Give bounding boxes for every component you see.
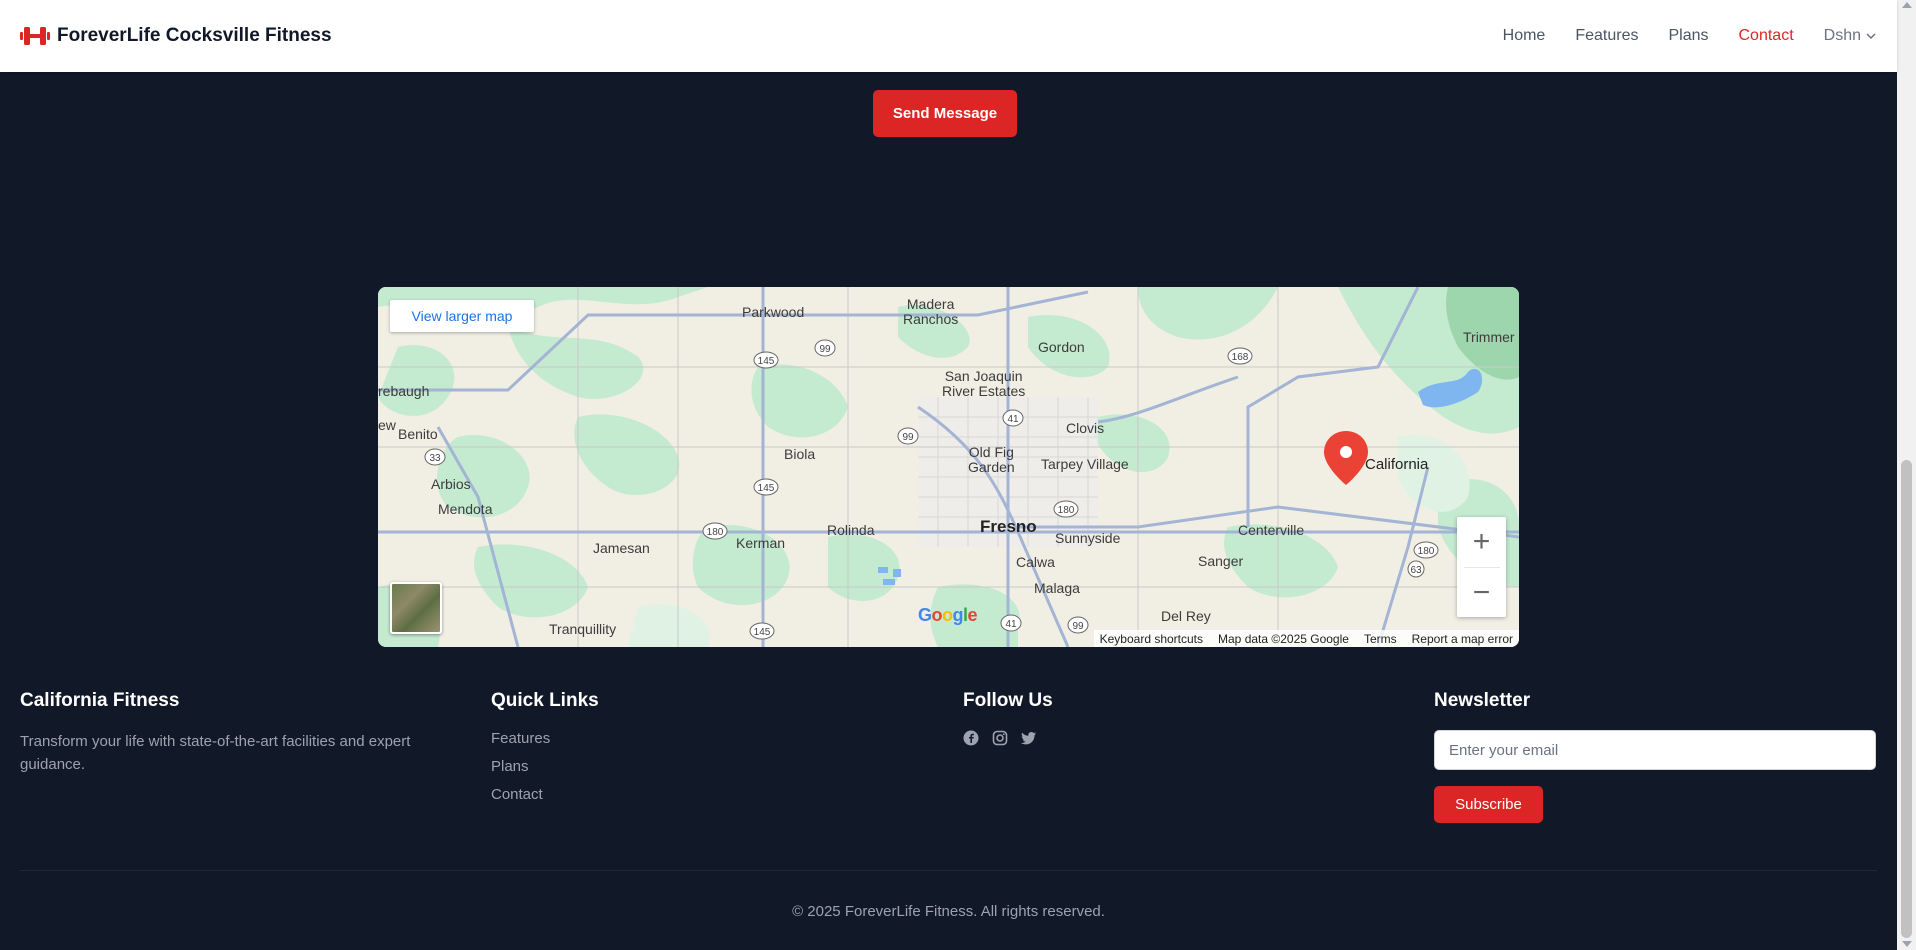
footer-about: California Fitness Transform your life w… (20, 690, 440, 776)
main-nav: Home Features Plans Contact Dshn (1473, 27, 1877, 45)
svg-text:99: 99 (1072, 621, 1084, 632)
map-place-jamesan: Jamesan (593, 540, 650, 556)
newsletter-email-input[interactable] (1434, 730, 1876, 770)
map-place-ew: ew (378, 417, 396, 433)
footer-about-text: Transform your life with state-of-the-ar… (20, 733, 411, 773)
map-marker-icon (1324, 431, 1368, 485)
map-place-tranquillity: Tranquillity (549, 621, 617, 637)
map-marker-label: California (1365, 456, 1429, 473)
map-place-biola: Biola (784, 446, 816, 462)
page-scrollbar[interactable] (1897, 0, 1916, 950)
zoom-in-button[interactable]: + (1457, 517, 1506, 567)
svg-text:99: 99 (819, 344, 831, 355)
map-place-arbios: Arbios (431, 476, 471, 492)
svg-text:145: 145 (758, 356, 775, 367)
footer-link-plans[interactable]: Plans (491, 758, 599, 775)
map-zoom-controls: + − (1457, 517, 1506, 617)
footer-link-contact[interactable]: Contact (491, 786, 599, 803)
map-place-old-fig-garden: Old Fig Garden (968, 444, 1015, 475)
map-place-madera-ranchos: Madera Ranchos (903, 296, 959, 327)
map-place-malaga: Malaga (1034, 580, 1080, 596)
svg-text:41: 41 (1005, 619, 1017, 630)
scroll-thumb[interactable] (1901, 460, 1912, 938)
twitter-icon[interactable] (1021, 730, 1038, 747)
map-attribution: Keyboard shortcuts Map data ©2025 Google… (1093, 630, 1519, 647)
svg-text:180: 180 (707, 527, 724, 538)
user-name: Dshn (1823, 27, 1861, 44)
footer-newsletter-title: Newsletter (1434, 690, 1531, 711)
instagram-icon[interactable] (992, 730, 1009, 747)
map-place-parkwood: Parkwood (742, 304, 805, 320)
google-logo: Google (918, 605, 978, 625)
footer-follow: Follow Us (963, 690, 1053, 747)
map-place-benito: Benito (398, 426, 438, 442)
map-place-rolinda: Rolinda (827, 522, 875, 538)
map-place-rebaugh: rebaugh (378, 383, 430, 399)
footer-quick-links-title: Quick Links (491, 690, 599, 711)
footer-newsletter: Newsletter Subscribe (1434, 690, 1876, 823)
user-menu[interactable]: Dshn (1824, 27, 1877, 45)
copyright-text: © 2025 ForeverLife Fitness. All rights r… (792, 903, 1105, 920)
map-data-text: Map data ©2025 Google (1218, 631, 1349, 646)
scroll-up-arrow-icon[interactable] (1902, 2, 1912, 8)
map-place-calwa: Calwa (1016, 554, 1055, 570)
dumbbell-icon (20, 27, 50, 45)
nav-plans[interactable]: Plans (1668, 27, 1708, 45)
map-place-del-rey: Del Rey (1161, 608, 1211, 624)
svg-text:41: 41 (1007, 414, 1019, 425)
svg-text:180: 180 (1418, 546, 1435, 557)
map-place-tarpey-village: Tarpey Village (1041, 456, 1129, 472)
map-place-sanger: Sanger (1198, 553, 1244, 569)
chevron-down-icon (1866, 33, 1876, 40)
map-place-san-joaquin: San Joaquin River Estates (942, 368, 1026, 399)
map-place-sunnyside: Sunnyside (1055, 530, 1121, 546)
social-icons (963, 730, 1053, 747)
map-canvas[interactable]: 145 99 168 41 33 99 145 180 180 180 63 1… (378, 287, 1519, 647)
svg-text:33: 33 (429, 453, 441, 464)
footer-follow-title: Follow Us (963, 690, 1053, 711)
map-place-clovis: Clovis (1066, 420, 1105, 436)
send-message-button[interactable]: Send Message (873, 90, 1017, 137)
map-place-fresno: Fresno (980, 517, 1037, 536)
map-place-gordon: Gordon (1038, 339, 1085, 355)
footer-quick-links: Quick Links Features Plans Contact (491, 690, 599, 814)
satellite-toggle[interactable] (390, 582, 442, 634)
svg-text:145: 145 (758, 483, 775, 494)
report-map-error-link[interactable]: Report a map error (1412, 632, 1513, 646)
map-place-kerman: Kerman (736, 535, 786, 551)
subscribe-button[interactable]: Subscribe (1434, 786, 1543, 823)
svg-text:180: 180 (1058, 505, 1075, 516)
facebook-icon[interactable] (963, 730, 980, 747)
svg-text:145: 145 (754, 627, 771, 638)
site-header: ForeverLife Cocksville Fitness Home Feat… (0, 0, 1897, 72)
map-place-mendota: Mendota (438, 501, 493, 517)
footer-divider (20, 870, 1877, 871)
footer-about-title: California Fitness (20, 690, 180, 711)
brand-name[interactable]: ForeverLife Cocksville Fitness (57, 25, 332, 47)
nav-contact[interactable]: Contact (1739, 27, 1794, 45)
scroll-down-arrow-icon[interactable] (1902, 941, 1912, 947)
svg-text:99: 99 (902, 432, 914, 443)
footer-link-features[interactable]: Features (491, 730, 599, 747)
keyboard-shortcuts-link[interactable]: Keyboard shortcuts (1100, 632, 1203, 646)
map-place-trimmer: Trimmer (1463, 329, 1515, 345)
nav-home[interactable]: Home (1503, 27, 1546, 45)
map-place-centerville: Centerville (1238, 522, 1305, 538)
svg-text:63: 63 (1410, 565, 1422, 576)
svg-text:168: 168 (1232, 352, 1249, 363)
zoom-out-button[interactable]: − (1457, 568, 1506, 618)
nav-features[interactable]: Features (1575, 27, 1638, 45)
view-larger-map-link[interactable]: View larger map (390, 300, 534, 332)
embedded-map[interactable]: 145 99 168 41 33 99 145 180 180 180 63 1… (378, 287, 1519, 647)
terms-link[interactable]: Terms (1364, 632, 1397, 646)
